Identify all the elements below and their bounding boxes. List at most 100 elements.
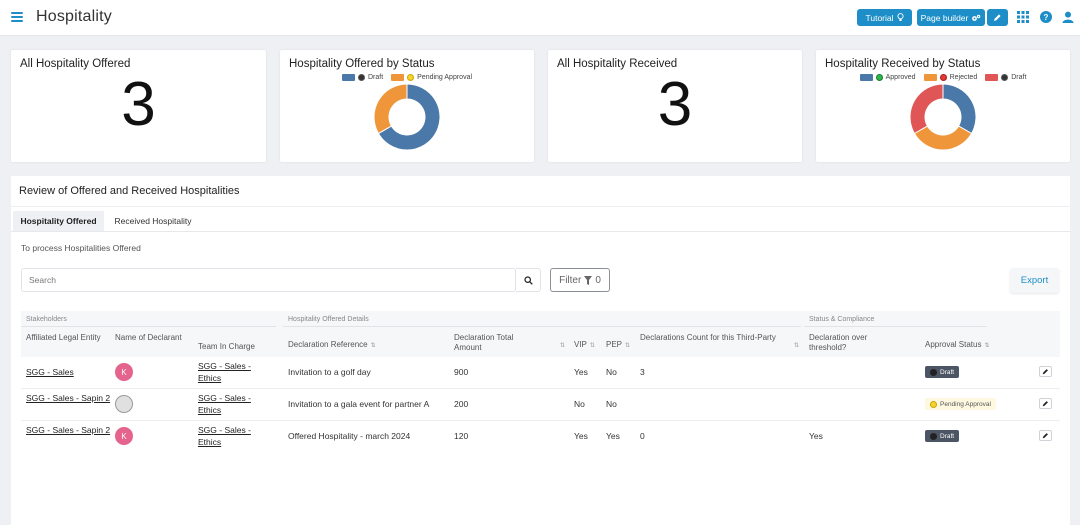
funnel-icon <box>584 275 593 285</box>
chart-legend: Approved Rejected Draft <box>816 74 1070 81</box>
menu-icon[interactable] <box>11 12 23 22</box>
sort-amount[interactable]: ⇅ <box>557 340 567 351</box>
status-dot-icon <box>1001 74 1009 81</box>
card-title: All Hospitality Offered <box>20 58 131 70</box>
column-header-entity[interactable]: Affiliated Legal Entity <box>26 333 106 343</box>
column-label: Declaration Total Amount <box>454 333 514 352</box>
donut-slice-rejected[interactable] <box>913 125 973 151</box>
declaration-reference: Invitation to a gala event for partner A <box>288 399 430 409</box>
tutorial-button[interactable]: Tutorial <box>857 9 912 26</box>
declaration-amount: 120 <box>454 431 469 441</box>
legend-swatch <box>923 74 937 81</box>
tab-received-hospitality[interactable]: Received Hospitality <box>104 211 202 231</box>
page-builder-label: Page builder <box>920 12 969 23</box>
pep-value: No <box>606 367 617 377</box>
column-header-threshold[interactable]: Declaration over threshold? <box>809 333 899 353</box>
received-count: 3 <box>657 70 693 139</box>
column-label: Affiliated Legal Entity <box>26 333 101 342</box>
avatar[interactable] <box>115 395 133 413</box>
team-link[interactable]: SGG - Sales - Ethics <box>198 360 260 384</box>
chart-legend: Draft Pending Approval <box>280 74 534 81</box>
received-status-donut-chart <box>909 83 977 151</box>
column-label: Declaration Reference <box>288 340 368 349</box>
donut-slice-pending-approval[interactable] <box>373 83 408 135</box>
search-button[interactable] <box>516 268 541 292</box>
legend-label: Approved <box>885 74 916 81</box>
declaration-reference: Invitation to a golf day <box>288 367 371 377</box>
threshold-value: Yes <box>809 431 823 441</box>
column-header-approval[interactable]: Approval Status ⇅ <box>925 340 1015 351</box>
pep-value: No <box>606 399 617 409</box>
edit-row-button[interactable] <box>1039 366 1052 377</box>
status-label: Draft <box>940 432 955 440</box>
donut-slice-draft[interactable] <box>909 83 944 135</box>
card-received-by-status: Hospitality Received by Status Approved … <box>816 50 1070 162</box>
column-label: Declaration over threshold? <box>809 333 868 352</box>
search-icon <box>523 275 533 285</box>
column-label: Name of Declarant <box>115 333 182 342</box>
legend-swatch <box>391 74 405 81</box>
edit-row-button[interactable] <box>1039 398 1052 409</box>
page-builder-button[interactable]: Page builder <box>917 9 985 26</box>
avatar[interactable]: K <box>115 363 133 381</box>
top-bar: Hospitality Tutorial Page builder ? <box>0 0 1080 36</box>
column-header-team[interactable]: Team In Charge <box>198 342 278 352</box>
group-header-stakeholders: Stakeholders <box>26 316 67 323</box>
filter-label: Filter <box>559 274 582 286</box>
sort-icon: ⇅ <box>984 343 990 349</box>
search-input[interactable]: Search <box>21 268 516 292</box>
tab-hospitality-offered[interactable]: Hospitality Offered <box>13 211 104 231</box>
export-button[interactable]: Export <box>1010 268 1059 293</box>
status-dot-icon <box>930 432 937 440</box>
group-header-status: Status & Compliance <box>809 316 875 323</box>
status-dot-icon <box>930 400 937 408</box>
status-dot-icon <box>875 74 883 81</box>
divider <box>11 231 1070 232</box>
edit-page-button[interactable] <box>987 9 1008 26</box>
pep-value: Yes <box>606 431 620 441</box>
card-title: All Hospitality Received <box>557 58 678 70</box>
apps-grid-icon[interactable] <box>1017 11 1029 23</box>
entity-link[interactable]: SGG - Sales - Sapin 2 <box>26 392 111 404</box>
legend-item-approved[interactable]: Approved <box>859 74 916 81</box>
status-badge: Draft <box>925 430 960 442</box>
entity-link[interactable]: SGG - Sales <box>26 366 74 378</box>
lightbulb-icon <box>896 13 904 21</box>
edit-row-button[interactable] <box>1039 430 1052 441</box>
vip-value: No <box>574 399 585 409</box>
column-header-vip[interactable]: VIP ⇅ <box>574 340 604 351</box>
divider <box>21 326 276 327</box>
card-offered-by-status: Hospitality Offered by Status Draft Pend… <box>280 50 534 162</box>
column-header-declarant[interactable]: Name of Declarant <box>115 333 185 343</box>
card-title: Hospitality Offered by Status <box>289 58 435 70</box>
search-placeholder: Search <box>29 275 56 285</box>
legend-item-rejected[interactable]: Rejected <box>923 74 977 81</box>
column-header-amount[interactable]: Declaration Total Amount <box>454 333 529 353</box>
divider <box>21 420 1060 421</box>
sort-count[interactable]: ⇅ <box>791 340 801 351</box>
legend-item-pending[interactable]: Pending Approval <box>391 74 472 81</box>
team-link[interactable]: SGG - Sales - Ethics <box>198 424 260 448</box>
column-header-pep[interactable]: PEP ⇅ <box>606 340 636 351</box>
avatar[interactable]: K <box>115 427 133 445</box>
declaration-reference: Offered Hospitality - march 2024 <box>288 431 411 441</box>
column-header-reference[interactable]: Declaration Reference ⇅ <box>288 340 398 351</box>
column-header-count[interactable]: Declarations Count for this Third-Party <box>640 333 780 343</box>
page-title: Hospitality <box>36 8 113 25</box>
filter-button[interactable]: Filter 0 <box>550 268 610 292</box>
entity-link[interactable]: SGG - Sales - Sapin 2 <box>26 424 111 436</box>
review-panel: Review of Offered and Received Hospitali… <box>11 176 1070 525</box>
group-header-details: Hospitality Offered Details <box>288 316 369 323</box>
vip-value: Yes <box>574 431 588 441</box>
help-icon[interactable]: ? <box>1040 11 1052 23</box>
sort-icon: ⇅ <box>560 343 566 349</box>
sort-icon: ⇅ <box>794 343 800 349</box>
team-link[interactable]: SGG - Sales - Ethics <box>198 392 260 416</box>
panel-title: Review of Offered and Received Hospitali… <box>19 185 240 197</box>
legend-label: Pending Approval <box>417 74 473 81</box>
column-label: VIP <box>574 340 587 349</box>
offered-status-donut-chart <box>373 83 441 151</box>
user-icon[interactable] <box>1062 11 1074 23</box>
legend-item-draft[interactable]: Draft <box>985 74 1026 81</box>
legend-item-draft[interactable]: Draft <box>341 74 383 81</box>
